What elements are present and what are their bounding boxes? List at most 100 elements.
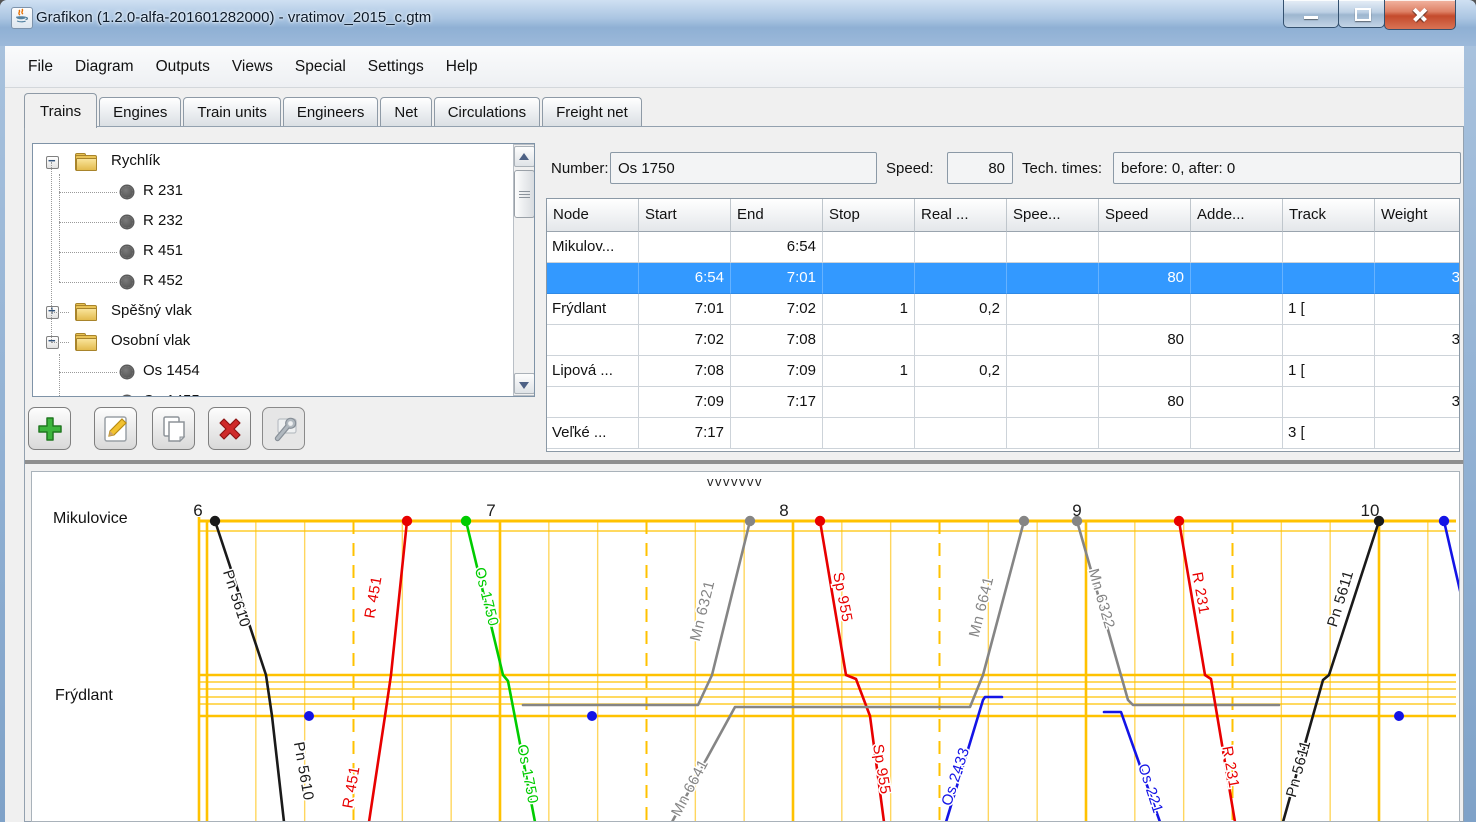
menu-file[interactable]: File: [17, 53, 64, 81]
number-field[interactable]: Os 1750: [610, 152, 877, 184]
cell-stop: [823, 325, 915, 356]
column-header-spee[interactable]: Spee...: [1007, 199, 1099, 232]
tree-item-rychl-k[interactable]: −Rychlík: [33, 147, 503, 177]
cell-start: [639, 232, 731, 263]
cell-node: Frýdlant: [547, 294, 639, 325]
train-endpoint-dot: [402, 516, 412, 526]
column-header-stop[interactable]: Stop: [823, 199, 915, 232]
folder-icon: [75, 153, 96, 170]
menu-outputs[interactable]: Outputs: [145, 53, 221, 81]
minimize-button[interactable]: [1283, 0, 1339, 28]
cell-stop: 1: [823, 356, 915, 387]
table-row[interactable]: Lipová ...7:087:0910,21 [: [547, 356, 1460, 387]
station-label-fr-dlant: Frýdlant: [55, 687, 113, 704]
column-header-track[interactable]: Track: [1283, 199, 1375, 232]
graph-train-pn-5610[interactable]: Pn 5610Pn 5610: [210, 516, 317, 822]
column-header-node[interactable]: Node: [547, 199, 639, 232]
cell-end: 7:01: [731, 263, 823, 294]
cell-speed: [1099, 356, 1191, 387]
table-row[interactable]: Frýdlant7:017:0210,21 [: [547, 294, 1460, 325]
graph-train-sp-955[interactable]: Sp 955Sp 955: [815, 516, 894, 822]
tab-trains[interactable]: Trains: [24, 93, 97, 128]
train-label: Mn 6641: [966, 575, 997, 639]
column-header-start[interactable]: Start: [639, 199, 731, 232]
edit-train-button[interactable]: [94, 407, 137, 450]
arrow-down-icon: [519, 382, 529, 389]
menu-special[interactable]: Special: [284, 53, 357, 81]
cell-weight: [1375, 232, 1460, 263]
copy-train-button[interactable]: [152, 407, 195, 450]
menu-help[interactable]: Help: [435, 53, 489, 81]
tab-circulations[interactable]: Circulations: [434, 97, 540, 127]
maximize-button[interactable]: [1338, 0, 1385, 28]
train-label: R 451: [362, 575, 386, 620]
scrollbar-thumb[interactable]: [514, 170, 535, 218]
cell-end: 7:02: [731, 294, 823, 325]
tab-engineers[interactable]: Engineers: [283, 97, 379, 127]
train-endpoint-dot: [815, 516, 825, 526]
table-row[interactable]: 7:097:17803: [547, 387, 1460, 418]
cell-track: [1283, 263, 1375, 294]
train-label: Mn 6322: [1085, 567, 1118, 631]
tab-net[interactable]: Net: [380, 97, 431, 127]
tech-times-field[interactable]: before: 0, after: 0: [1113, 152, 1461, 184]
tree-item-sp-n-vlak[interactable]: +Spěšný vlak: [33, 297, 503, 327]
train-label: Pn 5610: [290, 740, 317, 801]
tree-item-osobn-vlak[interactable]: −Osobní vlak: [33, 327, 503, 357]
cell-node: Lipová ...: [547, 356, 639, 387]
cell-weight: 3: [1375, 263, 1460, 294]
cell-speed: 80: [1099, 263, 1191, 294]
tab-train-units[interactable]: Train units: [183, 97, 280, 127]
cell-speed: [1099, 232, 1191, 263]
tree-item-os-1455[interactable]: Os 1455: [33, 387, 503, 397]
cell-stop: [823, 418, 915, 449]
cell-speed: [1099, 294, 1191, 325]
title-bar[interactable]: Grafikon (1.2.0-alfa-201601282000) - vra…: [0, 0, 1476, 46]
scroll-up-button[interactable]: [514, 146, 535, 167]
tree-guide: [59, 282, 117, 283]
table-row[interactable]: Mikulov...6:54: [547, 232, 1460, 263]
menu-views[interactable]: Views: [221, 53, 284, 81]
train-icon: [121, 366, 133, 378]
column-header-speed[interactable]: Speed: [1099, 199, 1191, 232]
delete-train-button[interactable]: [208, 407, 251, 450]
graph-train-mn-6322[interactable]: Mn 6322: [1072, 516, 1279, 705]
cell-spee: [1007, 356, 1099, 387]
station-label-mikulovice: Mikulovice: [53, 510, 128, 527]
column-header-end[interactable]: End: [731, 199, 823, 232]
graph-train-mn-6641[interactable]: Mn 6641Mn 6641: [668, 516, 1029, 822]
menu-diagram[interactable]: Diagram: [64, 53, 145, 81]
add-train-button[interactable]: [28, 407, 71, 450]
cell-node: [547, 263, 639, 294]
cell-real: [915, 418, 1007, 449]
graph-train-pn-5611[interactable]: Pn 5611Pn 5611: [1283, 516, 1384, 822]
scroll-down-button[interactable]: [514, 373, 535, 394]
tab-engines[interactable]: Engines: [99, 97, 181, 127]
graph-train-unlabeled[interactable]: [1439, 516, 1460, 608]
collapse-icon[interactable]: −: [46, 156, 59, 169]
tree-guide: [51, 162, 52, 342]
cell-stop: [823, 263, 915, 294]
graph-train-mn-6321[interactable]: Mn 6321: [523, 516, 755, 705]
table-row[interactable]: 6:547:01803: [547, 263, 1460, 294]
column-header-adde[interactable]: Adde...: [1191, 199, 1283, 232]
close-button[interactable]: [1384, 0, 1456, 30]
tree-guide: [59, 354, 60, 397]
menu-settings[interactable]: Settings: [357, 53, 435, 81]
tab-freight-net[interactable]: Freight net: [542, 97, 642, 127]
table-row[interactable]: Veľké ...7:173 [: [547, 418, 1460, 449]
column-header-real[interactable]: Real ...: [915, 199, 1007, 232]
cell-weight: [1375, 356, 1460, 387]
train-endpoint-dot: [1174, 516, 1184, 526]
station-stop-dot: [587, 711, 597, 721]
table-row[interactable]: 7:027:08803: [547, 325, 1460, 356]
column-header-weight[interactable]: Weight: [1375, 199, 1460, 232]
tab-bar: TrainsEnginesTrain unitsEngineersNetCirc…: [24, 90, 644, 127]
train-endpoint-dot: [1019, 516, 1029, 526]
speed-field[interactable]: 80: [947, 152, 1013, 184]
graph-train-r-451[interactable]: R 451R 451: [340, 516, 413, 822]
tech-times-label: Tech. times:: [1022, 160, 1102, 177]
panel-splitter[interactable]: [25, 460, 1463, 464]
tools-button[interactable]: [262, 407, 305, 450]
hour-label: 8: [779, 501, 788, 520]
